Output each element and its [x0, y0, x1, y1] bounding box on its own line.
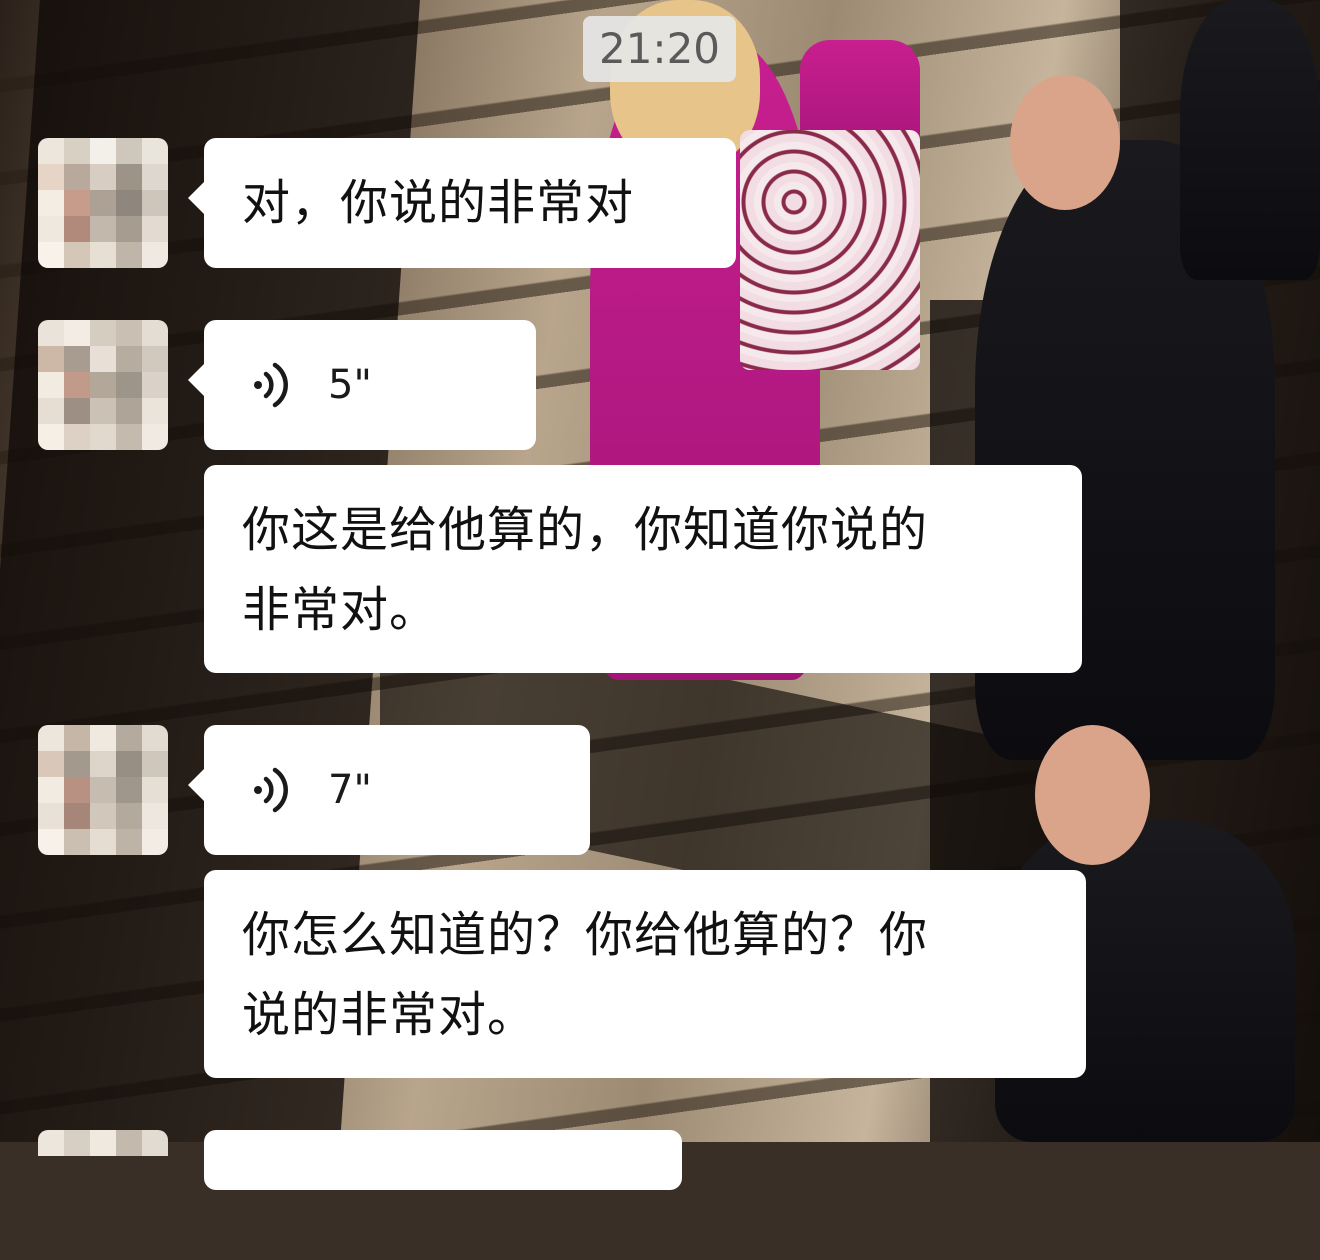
- voice-duration: 7": [328, 767, 372, 813]
- message-text: 你这是给他算的，你知道你说的 非常对。: [242, 502, 929, 638]
- message-bubble[interactable]: 对，你说的非常对: [188, 138, 736, 268]
- voice-message: 7": [204, 725, 590, 855]
- voice-message: 5": [204, 320, 536, 450]
- avatar[interactable]: [38, 320, 168, 450]
- voice-wave-icon: [254, 362, 288, 408]
- voice-message-bubble[interactable]: 7": [188, 725, 590, 855]
- message-bubble[interactable]: 你怎么知道的？你给他算的？你 说的非常对。: [204, 870, 1086, 1078]
- message-timestamp: 21:20: [583, 16, 736, 82]
- avatar[interactable]: [38, 1130, 168, 1260]
- voice-duration: 5": [328, 362, 372, 408]
- message-bubble[interactable]: 你这是给他算的，你知道你说的 非常对。: [204, 465, 1082, 673]
- message-bubble[interactable]: [204, 1130, 682, 1190]
- message-text: 对，你说的非常对: [242, 175, 635, 231]
- voice-wave-icon: [254, 767, 288, 813]
- voice-message-bubble[interactable]: 5": [188, 320, 536, 450]
- avatar[interactable]: [38, 725, 168, 855]
- avatar[interactable]: [38, 138, 168, 268]
- message-text: 你怎么知道的？你给他算的？你 说的非常对。: [242, 907, 929, 1043]
